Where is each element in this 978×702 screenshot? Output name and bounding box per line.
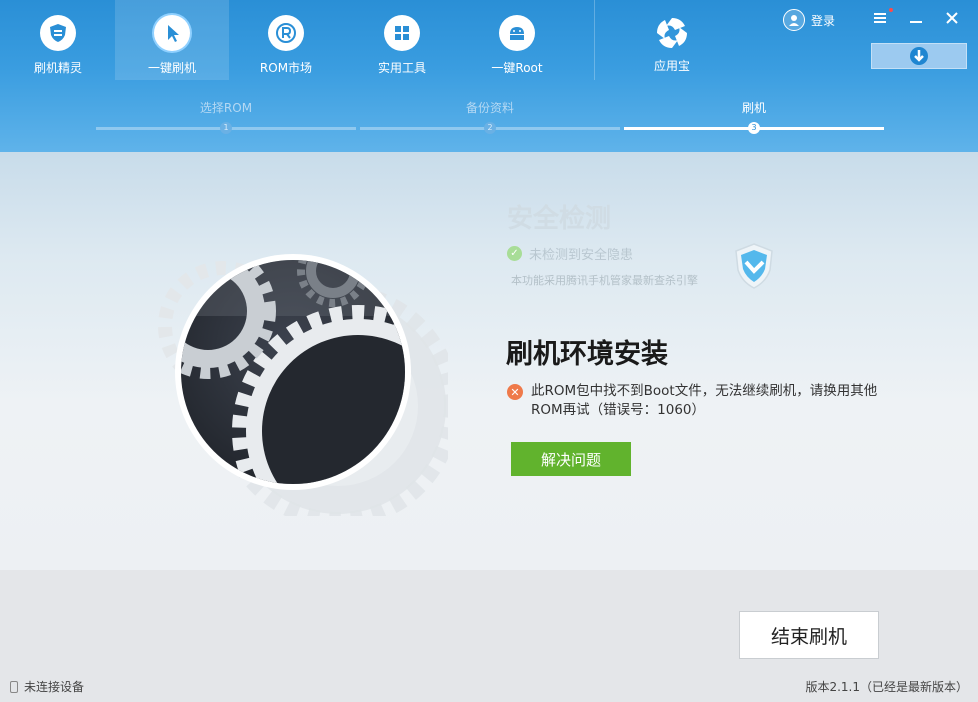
gears-illustration: [158, 254, 448, 516]
login-button[interactable]: 登录: [783, 9, 835, 31]
nav-label: 一键刷机: [147, 61, 196, 75]
step-number-3: 3: [748, 122, 760, 134]
grid-icon: [384, 15, 420, 51]
nav-label: 应用宝: [653, 59, 690, 73]
error-icon: ✕: [507, 384, 523, 400]
phone-icon: [10, 680, 18, 693]
download-button[interactable]: [871, 43, 967, 69]
rom-icon: [268, 15, 304, 51]
error-message: ✕ 此ROM包中找不到Boot文件，无法继续刷机，请换用其他ROM再试（错误号：…: [507, 382, 907, 420]
end-flash-button[interactable]: 结束刷机: [739, 611, 879, 659]
device-status-text: 未连接设备: [24, 680, 85, 694]
security-title: 安全检测: [507, 204, 612, 234]
check-icon: ✓: [507, 246, 522, 261]
nav-item-rom-market[interactable]: ROM市场: [229, 0, 343, 80]
security-status-text: 未检测到安全隐患: [529, 248, 634, 263]
step-label-2: 备份资料: [465, 101, 514, 115]
user-icon: [783, 9, 805, 31]
error-text: 此ROM包中找不到Boot文件，无法继续刷机，请换用其他ROM再试（错误号：10…: [531, 383, 878, 418]
step-label-1: 选择ROM: [199, 101, 253, 115]
nav-item-app-store[interactable]: 应用宝: [615, 0, 729, 80]
nav-label: 刷机精灵: [33, 61, 82, 75]
nav-item-utilities[interactable]: 实用工具: [345, 0, 459, 80]
step-label-3: 刷机: [741, 101, 766, 115]
cursor-icon: [154, 15, 190, 51]
version-text: 版本2.1.1（已经是最新版本）: [805, 680, 968, 694]
app-header: 刷机精灵 一键刷机 ROM市场 实用工具 一键Root 应用宝 登录 选择ROM…: [0, 0, 978, 152]
nav-item-one-click-flash[interactable]: 一键刷机: [115, 0, 229, 80]
nav-label: ROM市场: [259, 61, 313, 75]
tencent-shield-icon: [735, 243, 773, 289]
step-number-2: 2: [484, 122, 496, 134]
device-status: 未连接设备: [10, 678, 84, 695]
bottom-bar: 结束刷机 未连接设备 版本2.1.1（已经是最新版本）: [0, 570, 978, 702]
android-icon: [499, 15, 535, 51]
page-title: 刷机环境安装: [506, 339, 668, 370]
nav-item-flash-wizard[interactable]: 刷机精灵: [1, 0, 115, 80]
menu-icon[interactable]: [869, 8, 891, 28]
minimize-icon[interactable]: [905, 8, 927, 28]
security-note: 本功能采用腾讯手机管家最新查杀引擎: [511, 274, 698, 287]
security-status: ✓ 未检测到安全隐患: [507, 244, 633, 263]
close-icon[interactable]: [941, 8, 963, 28]
app-store-icon: [654, 15, 690, 51]
step-number-1: 1: [220, 122, 232, 134]
login-label: 登录: [811, 13, 836, 28]
nav-divider: [594, 0, 595, 80]
main-content: 安全检测 ✓ 未检测到安全隐患 本功能采用腾讯手机管家最新查杀引擎 刷机环境安装…: [0, 152, 978, 570]
nav-label: 一键Root: [491, 61, 543, 75]
fix-problem-button[interactable]: 解决问题: [511, 442, 631, 476]
nav-item-one-click-root[interactable]: 一键Root: [460, 0, 574, 80]
shield-logo-icon: [40, 15, 76, 51]
download-icon: [910, 47, 928, 65]
nav-label: 实用工具: [377, 61, 426, 75]
